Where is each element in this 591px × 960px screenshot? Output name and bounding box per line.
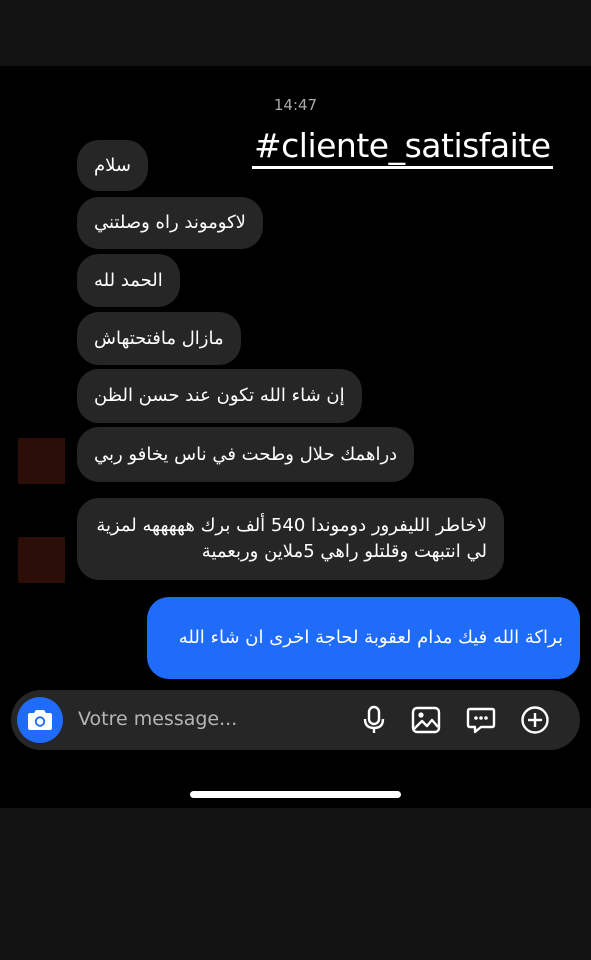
top-bar <box>0 0 591 66</box>
gallery-icon[interactable] <box>411 705 441 735</box>
sticker-icon[interactable] <box>466 705 496 735</box>
camera-button[interactable] <box>17 697 63 743</box>
plus-icon[interactable] <box>520 705 550 735</box>
incoming-message[interactable]: إن شاء الله تكون عند حسن الظن <box>77 369 362 423</box>
avatar[interactable] <box>18 438 65 484</box>
message-timestamp: 14:47 <box>273 96 318 114</box>
incoming-message[interactable]: دراهمك حلال وطحت في ناس يخافو ربي <box>77 427 415 482</box>
bottom-bar <box>0 808 591 960</box>
incoming-message[interactable]: لاخاطر الليفرور دوموندا 540 ألف برك هههه… <box>77 498 504 580</box>
microphone-icon[interactable] <box>359 705 389 735</box>
avatar[interactable] <box>18 537 65 583</box>
incoming-message[interactable]: سلام <box>77 140 148 191</box>
incoming-message[interactable]: مازال مافتحتهاش <box>77 312 241 365</box>
message-composer: Votre message... <box>11 690 580 750</box>
incoming-message[interactable]: الحمد لله <box>77 254 180 307</box>
camera-icon <box>28 710 52 730</box>
incoming-message[interactable]: لاكوموند راه وصلتني <box>77 197 263 249</box>
outgoing-message[interactable]: براكة الله فيك مدام لعقوبة لحاجة اخرى ان… <box>147 597 580 679</box>
hashtag-overlay: #cliente_satisfaite <box>252 126 553 169</box>
message-input[interactable]: Votre message... <box>78 708 237 730</box>
home-indicator[interactable] <box>190 791 401 798</box>
